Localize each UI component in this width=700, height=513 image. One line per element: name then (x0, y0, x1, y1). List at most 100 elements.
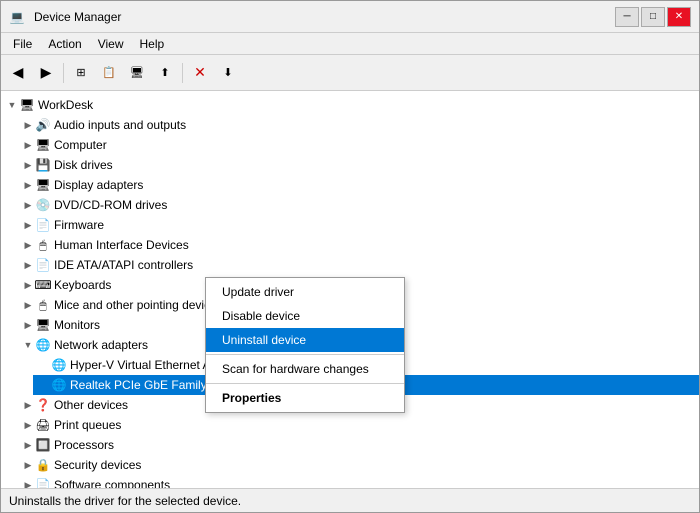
status-bar: Uninstalls the driver for the selected d… (1, 488, 699, 512)
icon-ide: 📄 (35, 257, 51, 273)
maximize-button[interactable]: □ (641, 7, 665, 27)
label-processors: Processors (54, 438, 114, 452)
expander-display: ▶ (21, 178, 35, 192)
toolbar-remove[interactable]: ✕ (187, 60, 213, 86)
expander-disk: ▶ (21, 158, 35, 172)
label-security: Security devices (54, 458, 141, 472)
expander-other: ▶ (21, 398, 35, 412)
expander-mice: ▶ (21, 298, 35, 312)
label-monitors: Monitors (54, 318, 100, 332)
toolbar-down[interactable]: ⬇ (215, 60, 241, 86)
toolbar-back[interactable]: ◀ (5, 60, 31, 86)
label-display: Display adapters (54, 178, 143, 192)
label-hid: Human Interface Devices (54, 238, 189, 252)
tree-workdesk[interactable]: ▼ 🖥 WorkDesk (1, 95, 699, 115)
icon-hid: 🖱 (35, 237, 51, 253)
tree-print[interactable]: ▶ 🖨 Print queues (17, 415, 699, 435)
icon-other: ❓ (35, 397, 51, 413)
toolbar-sep1 (63, 63, 64, 83)
label-print: Print queues (54, 418, 121, 432)
title-bar: 💻 Device Manager ─ □ ✕ (1, 1, 699, 33)
toolbar-sep2 (182, 63, 183, 83)
tree-security[interactable]: ▶ 🔒 Security devices (17, 455, 699, 475)
toolbar-properties[interactable]: ⊞ (68, 60, 94, 86)
icon-security: 🔒 (35, 457, 51, 473)
icon-disk: 💾 (35, 157, 51, 173)
icon-processors: 🔲 (35, 437, 51, 453)
ctx-scan-changes[interactable]: Scan for hardware changes (206, 357, 404, 381)
label-workdesk: WorkDesk (38, 98, 93, 112)
tree-disk[interactable]: ▶ 💾 Disk drives (17, 155, 699, 175)
ctx-properties[interactable]: Properties (206, 386, 404, 410)
ctx-disable-device[interactable]: Disable device (206, 304, 404, 328)
tree-computer[interactable]: ▶ 🖥 Computer (17, 135, 699, 155)
expander-computer: ▶ (21, 138, 35, 152)
icon-network: 🌐 (35, 337, 51, 353)
expander-processors: ▶ (21, 438, 35, 452)
menu-help[interactable]: Help (132, 33, 173, 54)
icon-hyper: 🌐 (51, 357, 67, 373)
expander-keyboards: ▶ (21, 278, 35, 292)
expander-dvd: ▶ (21, 198, 35, 212)
icon-dvd: 💿 (35, 197, 51, 213)
label-firmware: Firmware (54, 218, 104, 232)
label-audio: Audio inputs and outputs (54, 118, 186, 132)
label-network: Network adapters (54, 338, 148, 352)
tree-dvd[interactable]: ▶ 💿 DVD/CD-ROM drives (17, 195, 699, 215)
main-area: TheWindowsClub ▼ 🖥 WorkDesk ▶ 🔊 Audio in… (1, 91, 699, 488)
label-disk: Disk drives (54, 158, 113, 172)
icon-print: 🖨 (35, 417, 51, 433)
toolbar-scan[interactable]: 🖥 (124, 60, 150, 86)
toolbar-update[interactable]: 📋 (96, 60, 122, 86)
tree-pane[interactable]: TheWindowsClub ▼ 🖥 WorkDesk ▶ 🔊 Audio in… (1, 91, 699, 488)
tree-ide[interactable]: ▶ 📄 IDE ATA/ATAPI controllers (17, 255, 699, 275)
label-software-components: Software components (54, 478, 170, 488)
toolbar: ◀ ▶ ⊞ 📋 🖥 ⬆ ✕ ⬇ (1, 55, 699, 91)
toolbar-up[interactable]: ⬆ (152, 60, 178, 86)
label-computer: Computer (54, 138, 107, 152)
icon-software-components: 📄 (35, 477, 51, 488)
expander-network: ▼ (21, 338, 35, 352)
icon-firmware: 📄 (35, 217, 51, 233)
toolbar-forward[interactable]: ▶ (33, 60, 59, 86)
menu-action[interactable]: Action (40, 33, 89, 54)
label-ide: IDE ATA/ATAPI controllers (54, 258, 193, 272)
expander-security: ▶ (21, 458, 35, 472)
expander-workdesk: ▼ (5, 98, 19, 112)
icon-mice: 🖱 (35, 297, 51, 313)
expander-hid: ▶ (21, 238, 35, 252)
tree-hid[interactable]: ▶ 🖱 Human Interface Devices (17, 235, 699, 255)
tree-software-components[interactable]: ▶ 📄 Software components (17, 475, 699, 488)
menu-bar: File Action View Help (1, 33, 699, 55)
icon-realtek: 🌐 (51, 377, 67, 393)
icon-computer: 🖥 (35, 137, 51, 153)
close-button[interactable]: ✕ (667, 7, 691, 27)
tree-display[interactable]: ▶ 🖥 Display adapters (17, 175, 699, 195)
label-other: Other devices (54, 398, 128, 412)
title-bar-controls: ─ □ ✕ (615, 7, 691, 27)
expander-ide: ▶ (21, 258, 35, 272)
label-dvd: DVD/CD-ROM drives (54, 198, 167, 212)
expander-software-components: ▶ (21, 478, 35, 488)
tree-audio[interactable]: ▶ 🔊 Audio inputs and outputs (17, 115, 699, 135)
icon-display: 🖥 (35, 177, 51, 193)
icon-monitors: 🖥 (35, 317, 51, 333)
expander-audio: ▶ (21, 118, 35, 132)
expander-firmware: ▶ (21, 218, 35, 232)
window-icon: 💻 (9, 9, 25, 25)
tree-processors[interactable]: ▶ 🔲 Processors (17, 435, 699, 455)
ctx-uninstall-device[interactable]: Uninstall device (206, 328, 404, 352)
title-bar-left: 💻 Device Manager (9, 9, 121, 25)
tree-firmware[interactable]: ▶ 📄 Firmware (17, 215, 699, 235)
label-keyboards: Keyboards (54, 278, 111, 292)
minimize-button[interactable]: ─ (615, 7, 639, 27)
window-title: Device Manager (34, 10, 121, 24)
menu-view[interactable]: View (90, 33, 132, 54)
context-menu: Update driver Disable device Uninstall d… (205, 277, 405, 413)
ctx-separator2 (206, 383, 404, 384)
icon-audio: 🔊 (35, 117, 51, 133)
expander-print: ▶ (21, 418, 35, 432)
icon-workdesk: 🖥 (19, 97, 35, 113)
menu-file[interactable]: File (5, 33, 40, 54)
ctx-update-driver[interactable]: Update driver (206, 280, 404, 304)
